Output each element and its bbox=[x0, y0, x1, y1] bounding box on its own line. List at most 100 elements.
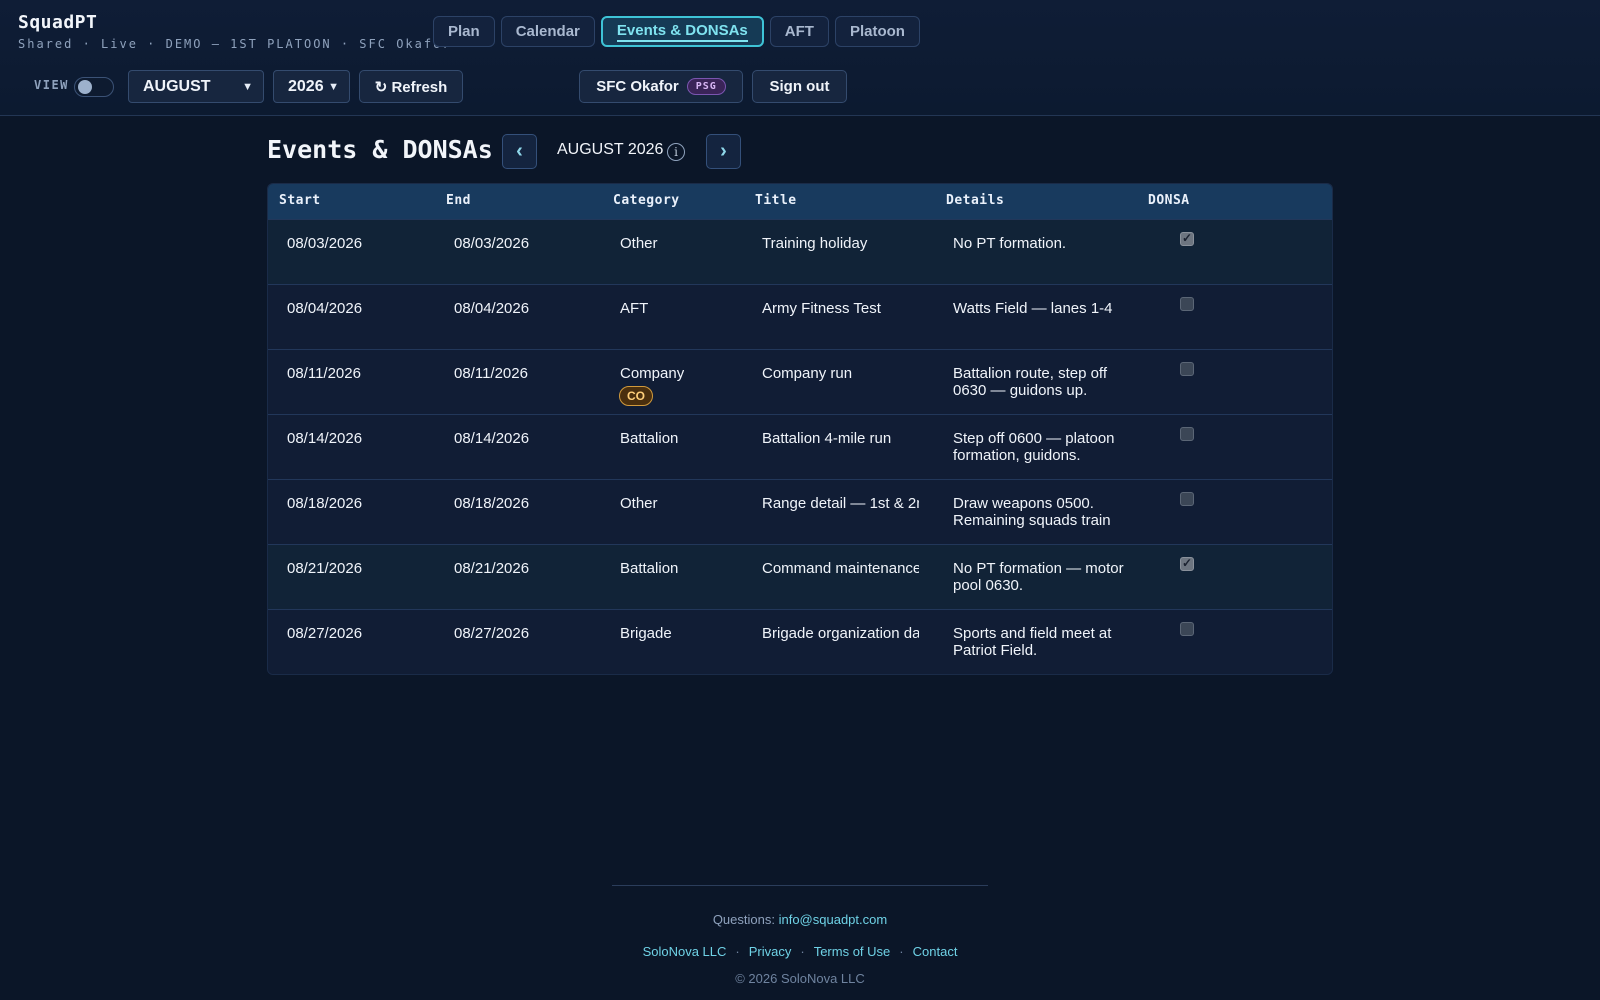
cell-title[interactable]: Battalion 4-mile run bbox=[762, 430, 919, 447]
donsa-checkbox[interactable] bbox=[1180, 622, 1194, 636]
cell-start[interactable]: 08/18/2026 bbox=[287, 495, 362, 512]
questions-label: Questions: bbox=[712, 912, 775, 927]
table-body: 08/03/2026 08/03/2026 Other Training holida… bbox=[268, 219, 1332, 674]
user-button[interactable]: SFC Okafor PSG bbox=[579, 70, 743, 103]
role-badge: PSG bbox=[686, 78, 726, 95]
cell-end[interactable]: 08/03/2026 bbox=[454, 235, 529, 252]
toggle-knob bbox=[78, 80, 92, 94]
cell-end[interactable]: 08/11/2026 bbox=[454, 365, 528, 382]
tab-events-donsas-label: Events & DONSAs bbox=[616, 22, 748, 42]
cell-category[interactable]: AFT bbox=[620, 300, 648, 317]
table-row: 08/18/2026 08/18/2026 Other Range detail — … bbox=[268, 479, 1332, 544]
next-month-button[interactable]: › bbox=[706, 134, 741, 169]
col-header-start[interactable]: Start bbox=[279, 193, 321, 208]
month-select[interactable]: AUGUST ▼ bbox=[128, 70, 264, 103]
cell-start[interactable]: 08/27/2026 bbox=[287, 625, 362, 642]
sign-out-label: Sign out bbox=[769, 78, 830, 95]
table-row: 08/14/2026 08/14/2026 Battalion Battalion 4… bbox=[268, 414, 1332, 479]
top-bar: SquadPT Shared · Live · DEMO — 1ST PLATO… bbox=[0, 0, 1600, 116]
col-header-details[interactable]: Details bbox=[946, 193, 1004, 208]
cell-end[interactable]: 08/14/2026 bbox=[454, 430, 529, 447]
tab-aft-label: AFT bbox=[784, 23, 814, 40]
details-text: No PT formation — motor pool 0630. bbox=[953, 560, 1124, 594]
cell-details[interactable]: No PT formation — motor pool 0630. bbox=[953, 560, 1125, 596]
donsa-checkbox[interactable] bbox=[1180, 231, 1194, 246]
col-header-end[interactable]: End bbox=[446, 193, 471, 208]
cell-end[interactable]: 08/21/2026 bbox=[454, 560, 529, 577]
cell-category[interactable]: Brigade bbox=[620, 625, 672, 642]
view-label: VIEW bbox=[34, 78, 69, 92]
details-text: Battalion route, step off 0630 — guidons… bbox=[953, 365, 1107, 399]
cell-title[interactable]: Training holiday bbox=[762, 235, 919, 252]
cell-details[interactable]: Sports and field meet at Patriot Field. bbox=[953, 625, 1125, 661]
tab-calendar[interactable]: Calendar bbox=[500, 16, 595, 47]
cell-category[interactable]: Other bbox=[620, 235, 658, 252]
refresh-button[interactable]: ↻ Refresh bbox=[359, 70, 463, 103]
cell-details[interactable]: Draw weapons 0500. Remaining squads trai… bbox=[953, 495, 1125, 531]
cell-title[interactable]: Army Fitness Test bbox=[762, 300, 919, 317]
prev-month-button[interactable]: ‹ bbox=[502, 134, 537, 169]
cell-title[interactable]: Range detail — 1st & 2nd bbox=[762, 495, 919, 512]
donsa-checkbox[interactable] bbox=[1180, 297, 1194, 311]
donsa-checkbox[interactable] bbox=[1180, 362, 1194, 376]
chevron-down-icon: ▼ bbox=[242, 80, 253, 93]
cell-end[interactable]: 08/04/2026 bbox=[454, 300, 529, 317]
refresh-button-label: ↻ Refresh bbox=[374, 78, 448, 96]
email-link[interactable]: info@squadpt.com bbox=[779, 912, 888, 927]
events-table: Start End Category Title Details DONSA 0… bbox=[267, 183, 1333, 675]
donsa-checkbox[interactable] bbox=[1180, 556, 1194, 571]
footer-separator: · bbox=[899, 944, 904, 959]
donsa-checkbox[interactable] bbox=[1180, 427, 1194, 441]
user-name: SFC Okafor bbox=[596, 78, 679, 95]
cell-start[interactable]: 08/11/2026 bbox=[287, 365, 361, 382]
tab-events-donsas[interactable]: Events & DONSAs bbox=[600, 16, 764, 47]
cell-title[interactable]: Company run bbox=[762, 365, 919, 382]
tab-plan[interactable]: Plan bbox=[433, 16, 495, 47]
cell-title[interactable]: Brigade organization day bbox=[762, 625, 919, 642]
year-select-value: 2026 bbox=[288, 77, 324, 95]
cell-details[interactable]: No PT formation. bbox=[953, 235, 1125, 271]
col-header-title[interactable]: Title bbox=[755, 193, 797, 208]
table-row: 08/21/2026 08/21/2026 Battalion Command mai… bbox=[268, 544, 1332, 609]
cell-start[interactable]: 08/04/2026 bbox=[287, 300, 362, 317]
info-icon[interactable]: i bbox=[667, 143, 685, 161]
cell-title[interactable]: Command maintenance bbox=[762, 560, 919, 577]
cell-category[interactable]: Company bbox=[620, 365, 684, 382]
current-month-label: AUGUST 2026 bbox=[557, 141, 664, 158]
cell-details[interactable]: Battalion route, step off 0630 — guidons… bbox=[953, 365, 1125, 401]
details-text: No PT formation. bbox=[953, 235, 1067, 252]
table-row: 08/27/2026 08/27/2026 Brigade Brigade organ… bbox=[268, 609, 1332, 674]
main-nav: Plan Calendar Events & DONSAs AFT Platoo… bbox=[433, 16, 920, 47]
year-select[interactable]: 2026 ▼ bbox=[273, 70, 350, 103]
details-text: Step off 0600 — platoon formation, guido… bbox=[953, 430, 1115, 464]
footer-link-terms[interactable]: Terms of Use bbox=[814, 944, 891, 959]
cell-category[interactable]: Battalion bbox=[620, 560, 678, 577]
tab-platoon[interactable]: Platoon bbox=[834, 16, 920, 47]
col-header-donsa[interactable]: DONSA bbox=[1148, 193, 1190, 208]
tab-calendar-label: Calendar bbox=[515, 23, 580, 40]
cell-start[interactable]: 08/21/2026 bbox=[287, 560, 362, 577]
footer-link-solonova[interactable]: SoloNova LLC bbox=[643, 944, 727, 959]
cell-start[interactable]: 08/03/2026 bbox=[287, 235, 362, 252]
cell-category[interactable]: Other bbox=[620, 495, 658, 512]
cell-start[interactable]: 08/14/2026 bbox=[287, 430, 362, 447]
footer-link-contact[interactable]: Contact bbox=[913, 944, 958, 959]
details-text: Watts Field — lanes 1-4 bbox=[953, 300, 1113, 317]
cell-details[interactable]: Watts Field — lanes 1-4 bbox=[953, 300, 1125, 336]
brand: SquadPT Shared · Live · DEMO — 1ST PLATO… bbox=[18, 12, 452, 51]
tab-aft[interactable]: AFT bbox=[769, 16, 829, 47]
cell-end[interactable]: 08/27/2026 bbox=[454, 625, 529, 642]
cell-category[interactable]: Battalion bbox=[620, 430, 678, 447]
sign-out-button[interactable]: Sign out bbox=[752, 70, 847, 103]
footer-questions: Questions: info@squadpt.com bbox=[0, 912, 1600, 927]
app-subtitle: Shared · Live · DEMO — 1ST PLATOON · SFC… bbox=[18, 37, 452, 51]
cell-end[interactable]: 08/18/2026 bbox=[454, 495, 529, 512]
view-toggle[interactable] bbox=[74, 77, 114, 97]
footer-link-privacy[interactable]: Privacy bbox=[749, 944, 792, 959]
cell-details[interactable]: Step off 0600 — platoon formation, guido… bbox=[953, 430, 1125, 466]
chevron-down-icon: ▼ bbox=[328, 80, 339, 93]
col-header-category[interactable]: Category bbox=[613, 193, 680, 208]
donsa-checkbox[interactable] bbox=[1180, 492, 1194, 506]
footer-links: SoloNova LLC · Privacy · Terms of Use · Contac… bbox=[0, 944, 1600, 959]
info-icon-glyph: i bbox=[674, 145, 678, 159]
